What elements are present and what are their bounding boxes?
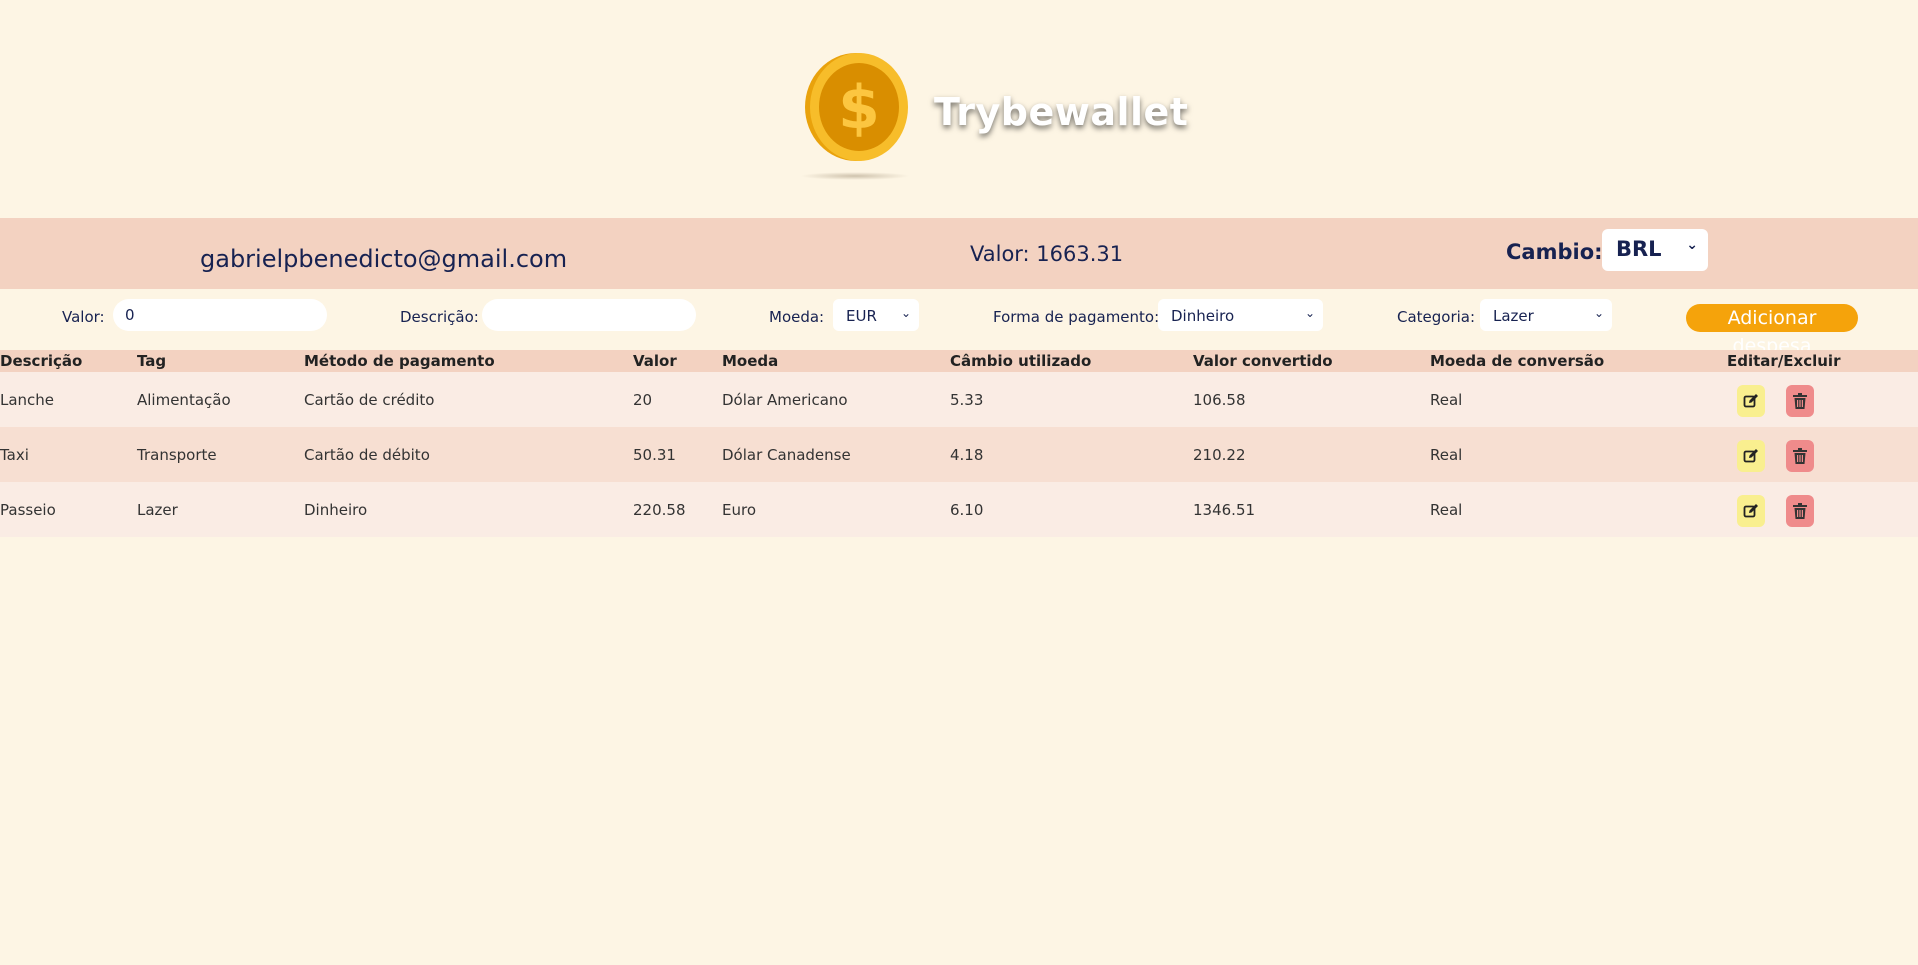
cell-moeda-conversao: Real — [1430, 427, 1727, 482]
pagamento-label: Forma de pagamento: — [993, 308, 1160, 326]
cell-valor-convertido: 1346.51 — [1193, 482, 1430, 537]
dollar-coin-icon: $ — [805, 53, 908, 161]
chevron-down-icon: ⌄ — [1304, 306, 1315, 320]
trash-icon — [1793, 448, 1807, 464]
categoria-select-value: Lazer — [1493, 307, 1534, 325]
cell-cambio: 6.10 — [950, 482, 1193, 537]
expenses-table: Descrição Tag Método de pagamento Valor … — [0, 350, 1918, 537]
table-row: Lanche Alimentação Cartão de crédito 20 … — [0, 372, 1918, 427]
table-header-row: Descrição Tag Método de pagamento Valor … — [0, 350, 1918, 372]
cell-valor: 50.31 — [633, 427, 722, 482]
coin-shadow — [800, 172, 910, 180]
cell-moeda: Euro — [722, 482, 950, 537]
edit-icon — [1743, 394, 1758, 408]
valor-input[interactable]: 0 — [113, 299, 327, 331]
column-header: Descrição — [0, 350, 137, 372]
cell-metodo: Dinheiro — [304, 482, 633, 537]
edit-button[interactable] — [1737, 440, 1765, 472]
delete-button[interactable] — [1786, 440, 1814, 472]
cambio-label: Cambio: — [1506, 240, 1603, 264]
column-header: Valor convertido — [1193, 350, 1430, 372]
cell-valor-convertido: 210.22 — [1193, 427, 1430, 482]
trash-icon — [1793, 393, 1807, 409]
column-header: Câmbio utilizado — [950, 350, 1193, 372]
cell-actions — [1727, 372, 1918, 427]
cell-descricao: Taxi — [0, 427, 137, 482]
categoria-label: Categoria: — [1397, 308, 1476, 326]
table-row: Taxi Transporte Cartão de débito 50.31 D… — [0, 427, 1918, 482]
cambio-select-value: BRL — [1616, 237, 1662, 261]
cell-actions — [1727, 482, 1918, 537]
cell-tag: Transporte — [137, 427, 304, 482]
cell-cambio: 4.18 — [950, 427, 1193, 482]
column-header: Tag — [137, 350, 304, 372]
edit-button[interactable] — [1737, 495, 1765, 527]
cell-descricao: Passeio — [0, 482, 137, 537]
cell-tag: Lazer — [137, 482, 304, 537]
wallet-header: gabrielpbenedicto@gmail.com Valor: 1663.… — [0, 218, 1918, 289]
expense-form: Valor: 0 Descrição: Moeda: EUR ⌄ Forma d… — [0, 297, 1918, 357]
column-header: Valor — [633, 350, 722, 372]
user-email: gabrielpbenedicto@gmail.com — [200, 245, 568, 273]
add-expense-button[interactable]: Adicionar despesa — [1686, 304, 1858, 357]
edit-button[interactable] — [1737, 385, 1765, 417]
column-header: Método de pagamento — [304, 350, 633, 372]
valor-label: Valor: — [62, 308, 105, 326]
moeda-label: Moeda: — [769, 308, 825, 326]
pagamento-select-value: Dinheiro — [1171, 307, 1235, 325]
cell-actions — [1727, 427, 1918, 482]
pagamento-select[interactable]: Dinheiro ⌄ — [1158, 299, 1323, 331]
moeda-select[interactable]: EUR ⌄ — [833, 299, 919, 331]
delete-button[interactable] — [1786, 385, 1814, 417]
trash-icon — [1793, 503, 1807, 519]
cell-cambio: 5.33 — [950, 372, 1193, 427]
column-header: Moeda — [722, 350, 950, 372]
descricao-input[interactable] — [482, 299, 696, 331]
edit-icon — [1743, 504, 1758, 518]
chevron-down-icon: ⌄ — [900, 306, 911, 320]
app-title: Trybewallet — [934, 90, 1189, 134]
edit-icon — [1743, 449, 1758, 463]
descricao-label: Descrição: — [400, 308, 479, 326]
cell-metodo: Cartão de crédito — [304, 372, 633, 427]
column-header: Moeda de conversão — [1430, 350, 1727, 372]
logo: $ Trybewallet — [800, 50, 1188, 185]
moeda-select-value: EUR — [846, 307, 877, 325]
valor-input-value: 0 — [125, 306, 135, 324]
column-header: Editar/Excluir — [1727, 350, 1918, 372]
chevron-down-icon: ⌄ — [1593, 306, 1604, 320]
total-value: Valor: 1663.31 — [970, 242, 1124, 266]
cell-valor: 20 — [633, 372, 722, 427]
cell-moeda: Dólar Americano — [722, 372, 950, 427]
categoria-select[interactable]: Lazer ⌄ — [1480, 299, 1612, 331]
cell-moeda-conversao: Real — [1430, 482, 1727, 537]
table-row: Passeio Lazer Dinheiro 220.58 Euro 6.10 … — [0, 482, 1918, 537]
cell-moeda: Dólar Canadense — [722, 427, 950, 482]
cell-tag: Alimentação — [137, 372, 304, 427]
svg-text:$: $ — [838, 73, 880, 143]
delete-button[interactable] — [1786, 495, 1814, 527]
chevron-down-icon: ⌄ — [1686, 237, 1698, 253]
cambio-select[interactable]: BRL ⌄ — [1602, 229, 1708, 271]
cell-moeda-conversao: Real — [1430, 372, 1727, 427]
cell-metodo: Cartão de débito — [304, 427, 633, 482]
cell-descricao: Lanche — [0, 372, 137, 427]
cell-valor: 220.58 — [633, 482, 722, 537]
cell-valor-convertido: 106.58 — [1193, 372, 1430, 427]
